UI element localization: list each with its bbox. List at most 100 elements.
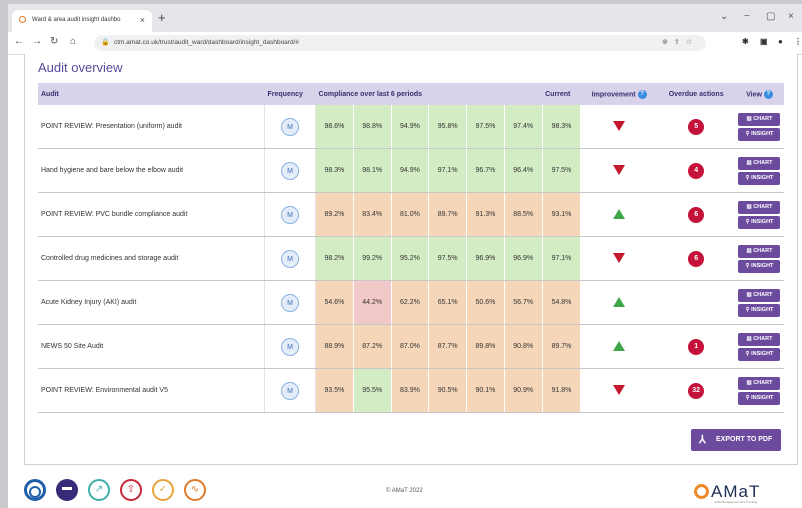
close-window-button[interactable]: × [788, 11, 794, 22]
frequency-cell: M [264, 148, 317, 193]
insight-button-label: INSIGHT [751, 306, 774, 313]
col-frequency: Frequency [264, 83, 316, 105]
insight-button[interactable]: ⚲ INSIGHT [738, 171, 781, 185]
overdue-badge[interactable]: 5 [688, 118, 705, 135]
amat-logo[interactable]: AMaT [694, 482, 760, 502]
frequency-badge[interactable]: M [281, 381, 300, 400]
url-field[interactable]: 🔒 ctm.amat.co.uk/trust/audit_ward/dashbo… [94, 35, 706, 51]
overdue-badge[interactable]: 6 [688, 206, 705, 223]
checklist-icon[interactable]: ✓ [152, 479, 174, 501]
compliance-value: 96.9% [466, 236, 505, 281]
browser-window: Ward & area audit insight dashbo × + ⌄ −… [8, 4, 802, 508]
overdue-cell: 5 [657, 105, 735, 149]
bed-icon[interactable]: ▬ [56, 479, 78, 501]
current-value: 93.1% [542, 192, 582, 237]
frequency-cell: M [264, 192, 317, 237]
url-text: ctm.amat.co.uk/trust/audit_ward/dashboar… [114, 39, 299, 46]
compliance-value: 98.3% [315, 148, 354, 193]
insight-button[interactable]: ⚲ INSIGHT [738, 347, 781, 361]
zoom-share-bookmark-icons[interactable]: ⊕⇪☆ [662, 38, 698, 46]
export-pdf-label: EXPORT TO PDF [716, 436, 773, 443]
tab-close-icon[interactable]: × [140, 15, 145, 25]
new-tab-button[interactable]: + [158, 11, 166, 24]
improvement-cell [580, 148, 658, 193]
current-value: 98.3% [542, 105, 582, 149]
back-arrow-icon[interactable]: ← [14, 37, 24, 47]
improvement-cell [580, 105, 658, 149]
view-cell: ▥ CHART ⚲ INSIGHT [734, 236, 784, 281]
compliance-value: 62.2% [391, 280, 430, 325]
view-cell: ▥ CHART ⚲ INSIGHT [734, 148, 784, 193]
lifebuoy-icon[interactable] [24, 479, 46, 501]
chart-button[interactable]: ▥ CHART [738, 200, 781, 214]
compliance-value: 83.9% [391, 368, 430, 413]
frequency-badge[interactable]: M [281, 293, 300, 312]
logo-text: AMaT [711, 482, 761, 501]
col-view: View ? [734, 83, 784, 105]
view-label: View [746, 90, 762, 98]
compliance-value: 54.6% [315, 280, 354, 325]
insight-button-label: INSIGHT [751, 350, 774, 357]
heartbeat-icon[interactable]: ∿ [184, 479, 206, 501]
insight-button[interactable]: ⚲ INSIGHT [738, 215, 781, 229]
frequency-badge[interactable]: M [281, 337, 300, 356]
compliance-value: 94.9% [391, 105, 430, 149]
improvement-cell [580, 324, 658, 369]
compliance-value: 56.7% [504, 280, 543, 325]
export-pdf-button[interactable]: ⅄ EXPORT TO PDF [691, 429, 781, 451]
chart-button[interactable]: ▥ CHART [738, 112, 781, 126]
reload-icon[interactable]: ↻ [50, 37, 58, 47]
profile-icon[interactable]: ● [778, 37, 783, 46]
sidebar-icon[interactable]: ▣ [760, 37, 768, 46]
insight-button[interactable]: ⚲ INSIGHT [738, 259, 781, 273]
insight-button-label: INSIGHT [751, 174, 774, 181]
current-value: 89.7% [542, 324, 582, 369]
browser-tab[interactable]: Ward & area audit insight dashbo × [12, 10, 152, 32]
menu-icon[interactable]: ⋮ [794, 37, 802, 46]
tab-search-chevron-icon[interactable]: ⌄ [720, 11, 728, 22]
insight-button[interactable]: ⚲ INSIGHT [738, 303, 781, 317]
home-icon[interactable]: ⌂ [70, 37, 76, 47]
logo-ring-icon [694, 484, 709, 499]
overdue-cell: 6 [657, 192, 735, 237]
upload-icon[interactable]: ⇧ [120, 479, 142, 501]
maximize-button[interactable]: ▢ [766, 11, 775, 22]
compliance-value: 88.9% [315, 324, 354, 369]
overdue-badge[interactable]: 32 [688, 382, 705, 399]
trend-chart-icon[interactable]: ↗ [88, 479, 110, 501]
audit-table: Audit Frequency Compliance over last 6 p… [38, 83, 784, 413]
current-value: 97.5% [542, 148, 582, 193]
address-bar-row: ← → ↻ ⌂ 🔒 ctm.amat.co.uk/trust/audit_war… [8, 32, 802, 55]
col-improvement: Improvement ? [580, 83, 658, 105]
compliance-value: 87.0% [391, 324, 430, 369]
extensions-icon[interactable]: ✱ [742, 37, 749, 46]
forward-arrow-icon[interactable]: → [32, 37, 42, 47]
insight-button[interactable]: ⚲ INSIGHT [738, 127, 781, 141]
help-icon[interactable]: ? [763, 89, 773, 99]
compliance-value: 88.5% [504, 192, 543, 237]
chart-button[interactable]: ▥ CHART [738, 376, 781, 390]
help-icon[interactable]: ? [637, 89, 647, 99]
compliance-value: 65.1% [428, 280, 468, 325]
frequency-badge[interactable]: M [281, 117, 300, 136]
chart-button[interactable]: ▥ CHART [738, 156, 781, 170]
compliance-value: 90.8% [504, 324, 543, 369]
frequency-badge[interactable]: M [281, 161, 300, 180]
minimize-button[interactable]: − [744, 11, 750, 22]
col-audit: Audit [38, 83, 265, 105]
insight-button[interactable]: ⚲ INSIGHT [738, 391, 781, 405]
arrow-down-icon [613, 252, 626, 263]
insight-button-label: INSIGHT [751, 262, 774, 269]
insight-button-label: INSIGHT [751, 130, 774, 137]
chart-button[interactable]: ▥ CHART [738, 288, 781, 302]
view-cell: ▥ CHART ⚲ INSIGHT [734, 105, 784, 149]
compliance-value: 44.2% [353, 280, 392, 325]
overdue-badge[interactable]: 1 [688, 338, 705, 355]
overdue-badge[interactable]: 6 [688, 250, 705, 267]
chart-button[interactable]: ▥ CHART [738, 332, 781, 346]
overdue-badge[interactable]: 4 [688, 162, 705, 179]
frequency-badge[interactable]: M [281, 205, 300, 224]
frequency-badge[interactable]: M [281, 249, 300, 268]
tab-bar: Ward & area audit insight dashbo × + ⌄ −… [8, 4, 802, 32]
chart-button[interactable]: ▥ CHART [738, 244, 781, 258]
